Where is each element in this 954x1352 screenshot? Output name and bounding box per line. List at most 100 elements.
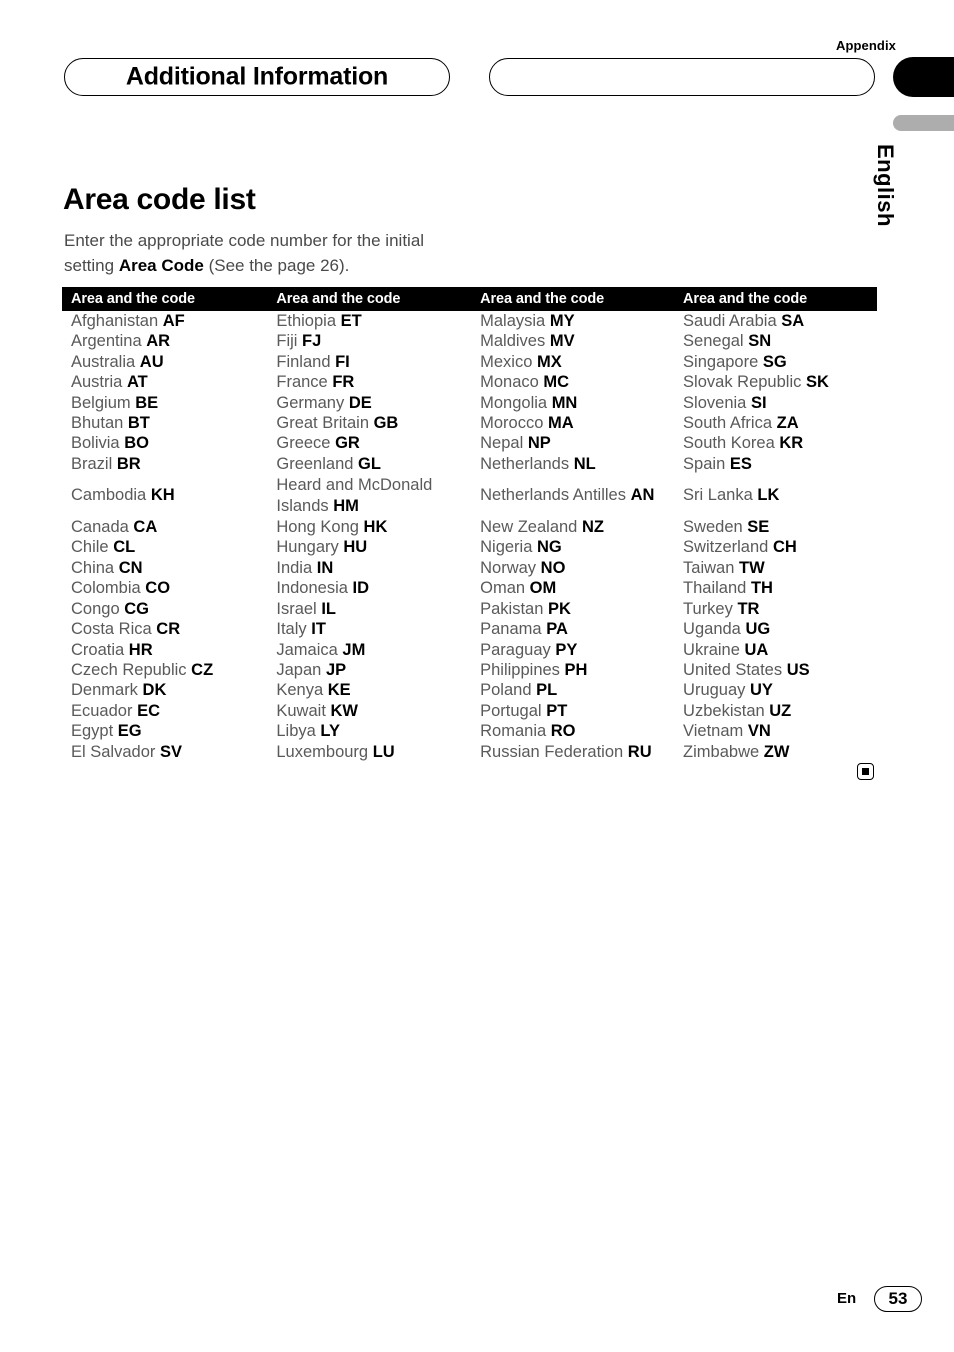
table-cell: Panama PA [471,619,674,639]
area-name: Bolivia [71,434,120,453]
area-code: DE [348,393,372,412]
area-name: Portugal [480,701,542,720]
table-cell: Colombia CO [62,578,267,598]
area-name: Germany [276,393,345,412]
area-name: Panama [480,620,542,639]
area-name: Singapore [683,352,759,371]
table-cell: Egypt EG [62,721,267,741]
area-code: CH [772,538,797,557]
table-cell: Pakistan PK [471,599,674,619]
area-name: Nigeria [480,538,533,557]
table-row: Denmark DK Kenya KE Poland PL Uruguay UY [62,680,877,700]
area-code: KH [150,486,175,505]
table-cell: Israel IL [267,599,471,619]
end-of-section-marker-icon [857,763,874,780]
area-name: Afghanistan [71,312,159,330]
table-cell: Netherlands NL [471,454,674,474]
area-name: Cambodia [71,486,147,505]
area-code: BT [127,414,150,433]
table-cell: Taiwan TW [674,558,877,578]
area-name: Norway [480,558,537,577]
table-cell: Paraguay PY [471,640,674,660]
area-code: GR [335,434,360,453]
area-name: Fiji [276,332,298,351]
table-cell: Mongolia MN [471,393,674,413]
table-cell: Nepal NP [471,433,674,453]
area-code: OM [529,579,557,598]
table-cell: South Korea KR [674,433,877,453]
table-cell: Afghanistan AF [62,311,267,331]
area-code: KW [330,701,359,720]
table-cell: Ethiopia ET [267,311,471,331]
area-code: HR [128,640,153,659]
area-code: SG [762,352,787,371]
area-name: Romania [480,722,547,741]
area-code: SN [748,332,772,351]
table-row: Brazil BR Greenland GL Netherlands NL Spain… [62,454,877,474]
area-code: LU [372,742,395,761]
area-code: SV [159,742,182,761]
area-name: Slovenia [683,393,747,412]
table-cell: Sri Lanka LK [674,474,877,517]
area-name: Uruguay [683,681,746,700]
table-cell: Oman OM [471,578,674,598]
area-name: Colombia [71,579,141,598]
table-cell: Sweden SE [674,517,877,537]
table-cell: France FR [267,372,471,392]
area-code: AN [630,486,655,505]
table-row: Australia AU Finland FI Mexico MX Singapore… [62,352,877,372]
area-code: SK [805,373,829,392]
area-code: PA [546,620,568,639]
area-name: Switzerland [683,538,769,557]
area-name: Poland [480,681,532,700]
area-code: FJ [302,332,322,351]
column-header-3: Area and the code [471,287,675,311]
area-name: Ethiopia [276,312,337,330]
table-cell: South Africa ZA [674,413,877,433]
empty-header-pill [489,58,875,96]
area-code: BO [124,434,149,453]
area-code: KR [779,434,804,453]
table-cell: Malaysia MY [471,311,674,331]
page-header-title: Additional Information [125,62,389,91]
area-code: GL [358,454,381,473]
area-code: HU [343,538,368,557]
area-name: Bhutan [71,414,124,433]
area-name: Uganda [683,620,741,639]
area-name: Monaco [480,373,539,392]
area-code: US [786,660,810,679]
table-row: Chile CL Hungary HU Nigeria NG Switzerland … [62,537,877,557]
secondary-tab-marker [893,115,954,131]
table-cell: Greenland GL [267,454,471,474]
area-code: TW [739,558,765,577]
intro-text-after: (See the page 26). [203,256,350,275]
area-code: PT [546,701,568,720]
area-code: SA [781,312,805,330]
area-name: Czech Republic [71,660,187,679]
area-code: ZA [776,414,799,433]
area-name: Kuwait [276,701,326,720]
table-cell: Morocco MA [471,413,674,433]
area-code: UG [745,620,771,639]
table-row: Czech Republic CZ Japan JP Philippines PH U… [62,660,877,680]
table-cell: Congo CG [62,599,267,619]
area-code: IL [321,599,336,618]
area-name: Mexico [480,352,533,371]
table-cell: Luxembourg LU [267,742,471,762]
table-cell: Argentina AR [62,331,267,351]
area-code: DK [142,681,167,700]
area-code: JM [342,640,366,659]
appendix-label: Appendix [835,38,896,53]
area-code: NP [527,434,551,453]
column-header-2: Area and the code [267,287,472,311]
area-code: NL [573,454,596,473]
table-cell: Heard and McDonald Islands HM [267,474,471,517]
area-name: France [276,373,328,392]
table-row: China CN India IN Norway NO Taiwan TW [62,558,877,578]
area-name: Australia [71,352,136,371]
area-code: CL [113,538,136,557]
table-cell: Indonesia ID [267,578,471,598]
page-title: Area code list [63,183,256,216]
table-cell: Poland PL [471,680,674,700]
area-code: HK [363,518,388,537]
